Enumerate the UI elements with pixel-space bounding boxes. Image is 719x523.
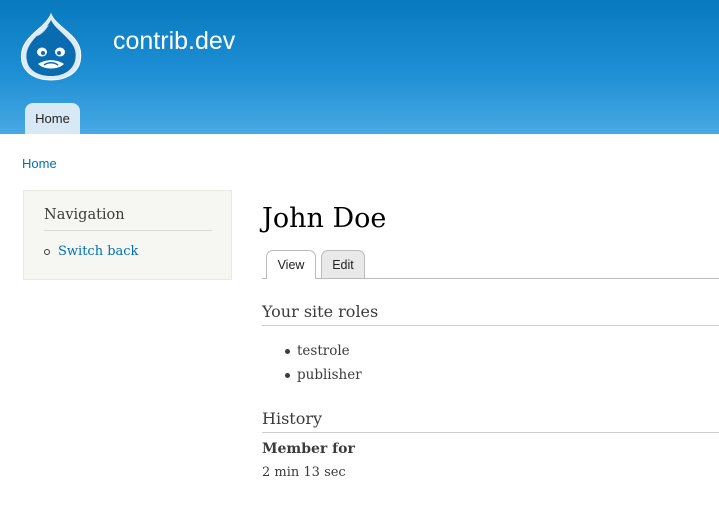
role-item: testrole	[285, 343, 350, 359]
tabs-divider	[262, 278, 719, 279]
site-name-link[interactable]: contrib.dev	[113, 27, 235, 56]
role-label: publisher	[297, 367, 362, 383]
sidebar-title: Navigation	[44, 207, 212, 231]
switch-back-link[interactable]: Switch back	[58, 244, 138, 259]
member-for-label: Member for	[262, 441, 355, 457]
sidebar-navigation-block: Navigation Switch back	[23, 190, 232, 280]
sidebar-item-switch-back: Switch back	[44, 244, 138, 259]
role-item: publisher	[285, 367, 362, 383]
site-header: contrib.dev Home	[0, 0, 719, 134]
drupal-drop-icon[interactable]	[20, 12, 82, 82]
role-label: testrole	[297, 343, 350, 359]
member-for-value: 2 min 13 sec	[262, 465, 346, 480]
tab-view[interactable]: View	[266, 250, 316, 279]
tab-edit[interactable]: Edit	[321, 250, 365, 278]
roles-section-title: Your site roles	[262, 302, 719, 326]
bullet-icon	[44, 248, 50, 255]
page-title: John Doe	[262, 203, 387, 234]
primary-tab-home[interactable]: Home	[25, 103, 80, 134]
bullet-icon	[285, 372, 290, 378]
breadcrumb-home[interactable]: Home	[22, 156, 57, 171]
history-section-title: History	[262, 409, 719, 433]
bullet-icon	[285, 348, 290, 354]
